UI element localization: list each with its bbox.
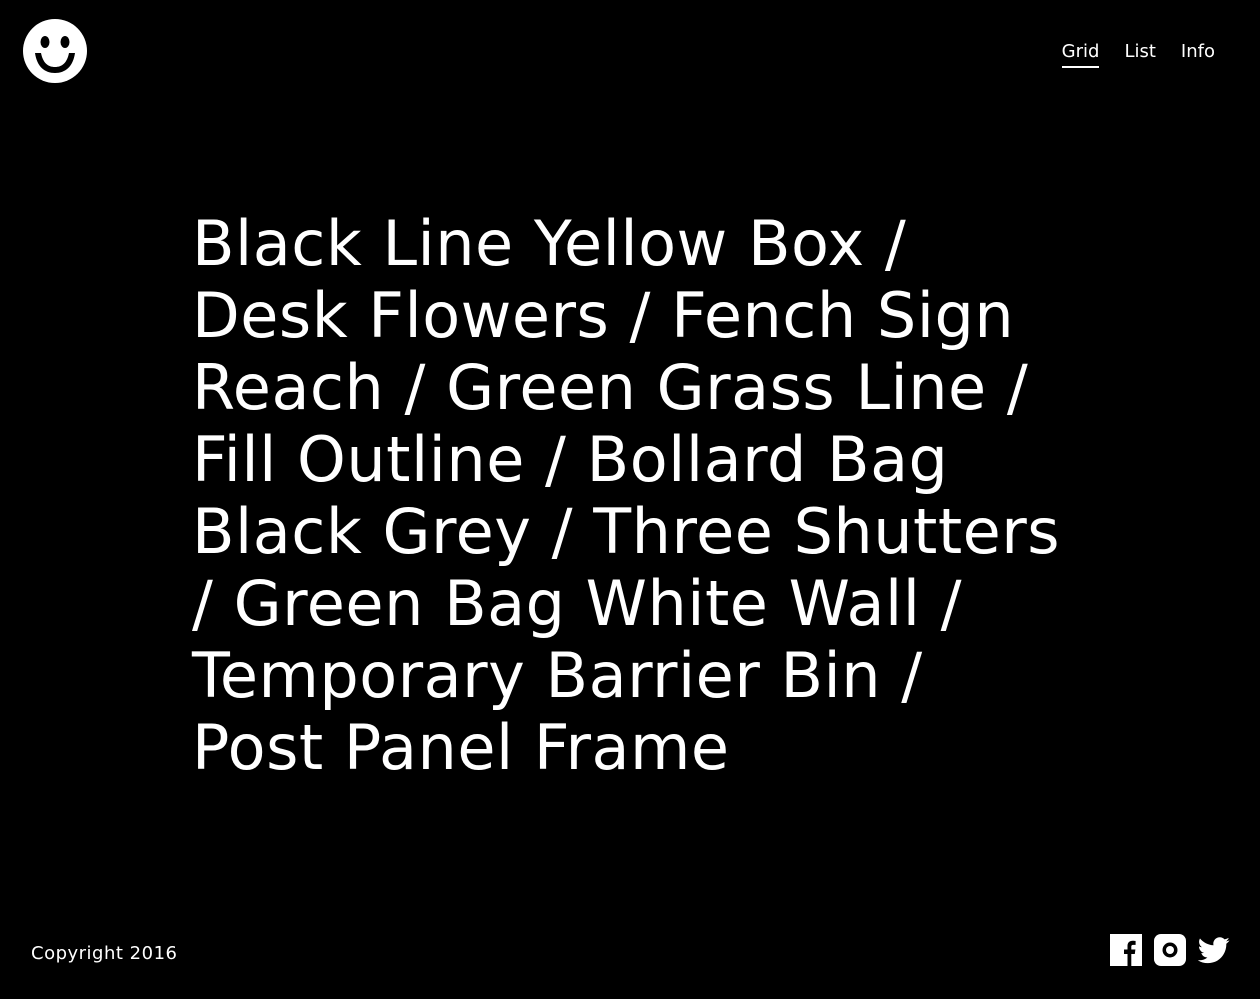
project-link[interactable]: Desk Flowers <box>192 279 609 352</box>
project-link[interactable]: Green Grass Line <box>446 351 987 424</box>
project-link[interactable]: Fill Outline <box>192 423 525 496</box>
project-link[interactable]: Post Panel Frame <box>192 711 730 784</box>
separator: / <box>864 207 907 280</box>
smiley-face-icon[interactable] <box>23 19 87 83</box>
project-link[interactable]: Three Shutters <box>593 495 1060 568</box>
separator: / <box>609 279 672 352</box>
separator: / <box>192 567 234 640</box>
copyright-text: Copyright 2016 <box>31 943 178 964</box>
separator: / <box>384 351 447 424</box>
twitter-icon[interactable] <box>1197 934 1230 966</box>
nav-info[interactable]: Info <box>1181 40 1215 68</box>
project-link[interactable]: Green Bag White Wall <box>234 567 921 640</box>
social-links <box>1110 934 1230 966</box>
facebook-icon[interactable] <box>1110 934 1142 966</box>
separator: / <box>881 639 923 712</box>
project-link[interactable]: Temporary Barrier Bin <box>192 639 881 712</box>
nav-grid[interactable]: Grid <box>1061 40 1100 68</box>
instagram-icon[interactable] <box>1154 934 1186 966</box>
page: Grid List Info Black Line Yellow Box / D… <box>0 0 1260 999</box>
separator: / <box>531 495 594 568</box>
separator: / <box>524 423 587 496</box>
project-link[interactable]: Black Line Yellow Box <box>192 207 865 280</box>
project-list: Black Line Yellow Box / Desk Flowers / F… <box>192 208 1072 784</box>
main-nav: Grid List Info <box>1061 40 1215 68</box>
separator: / <box>986 351 1029 424</box>
separator: / <box>920 567 963 640</box>
nav-list[interactable]: List <box>1124 40 1155 68</box>
